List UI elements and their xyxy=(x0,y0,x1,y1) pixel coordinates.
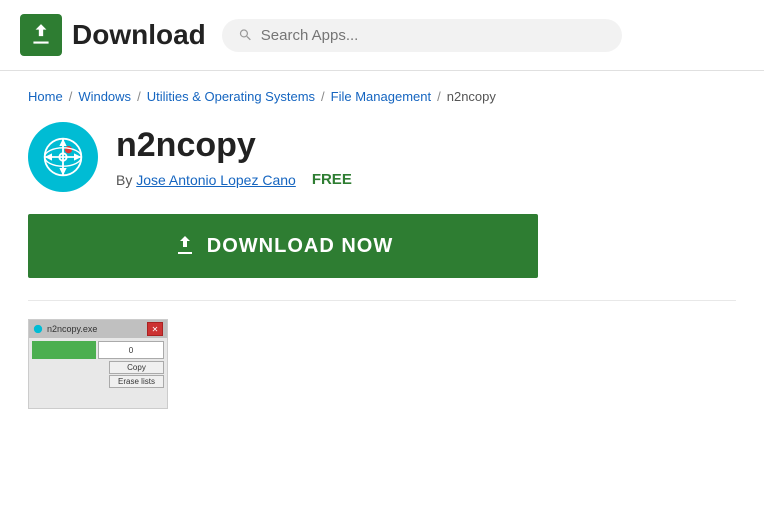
ss-btn-row: Copy Erase lists xyxy=(32,361,164,388)
author-link[interactable]: Jose Antonio Lopez Cano xyxy=(136,172,296,188)
breadcrumb-sep-2: / xyxy=(137,89,141,104)
ss-progress-row: 0 xyxy=(32,341,164,359)
app-price: FREE xyxy=(312,171,352,188)
ss-progress-right: 0 xyxy=(98,341,164,359)
breadcrumb: Home / Windows / Utilities & Operating S… xyxy=(0,71,764,112)
screenshot-area: n2ncopy.exe ✕ 0 Copy Erase lists xyxy=(28,300,736,409)
ss-body: 0 Copy Erase lists xyxy=(29,338,167,408)
breadcrumb-file-management[interactable]: File Management xyxy=(331,89,431,104)
ss-erase-btn: Erase lists xyxy=(109,375,164,388)
ss-close-btn[interactable]: ✕ xyxy=(147,322,163,336)
breadcrumb-current: n2ncopy xyxy=(447,89,496,104)
logo-text: Download xyxy=(72,19,206,51)
breadcrumb-windows[interactable]: Windows xyxy=(78,89,131,104)
search-icon xyxy=(238,27,253,43)
search-input[interactable] xyxy=(261,27,606,44)
app-name: n2ncopy xyxy=(116,126,352,165)
breadcrumb-home[interactable]: Home xyxy=(28,89,63,104)
download-now-button[interactable]: DOWNLOAD NOW xyxy=(28,214,538,278)
logo-box: Download xyxy=(20,14,206,56)
breadcrumb-sep-3: / xyxy=(321,89,325,104)
ss-progress-green xyxy=(32,341,96,359)
author-prefix: By xyxy=(116,172,136,188)
app-meta: By Jose Antonio Lopez Cano FREE xyxy=(116,171,352,188)
breadcrumb-utilities[interactable]: Utilities & Operating Systems xyxy=(147,89,315,104)
header: Download xyxy=(0,0,764,71)
breadcrumb-sep-1: / xyxy=(69,89,73,104)
app-author: By Jose Antonio Lopez Cano xyxy=(116,172,296,188)
download-btn-label: DOWNLOAD NOW xyxy=(207,235,393,258)
ss-titlebar: n2ncopy.exe ✕ xyxy=(29,320,167,338)
download-logo-icon xyxy=(28,22,54,48)
ss-title-icon xyxy=(33,324,43,334)
ss-title-text: n2ncopy.exe xyxy=(47,324,143,334)
logo-icon xyxy=(20,14,62,56)
app-info: n2ncopy By Jose Antonio Lopez Cano FREE xyxy=(116,126,352,188)
app-icon-graphic xyxy=(41,135,85,179)
app-header: n2ncopy By Jose Antonio Lopez Cano FREE xyxy=(28,122,736,192)
breadcrumb-sep-4: / xyxy=(437,89,441,104)
screenshot-thumbnail[interactable]: n2ncopy.exe ✕ 0 Copy Erase lists xyxy=(28,319,168,409)
app-icon xyxy=(28,122,98,192)
main-content: n2ncopy By Jose Antonio Lopez Cano FREE … xyxy=(0,112,764,429)
ss-copy-btn: Copy xyxy=(109,361,164,374)
search-bar[interactable] xyxy=(222,19,622,52)
download-btn-icon xyxy=(173,234,197,258)
